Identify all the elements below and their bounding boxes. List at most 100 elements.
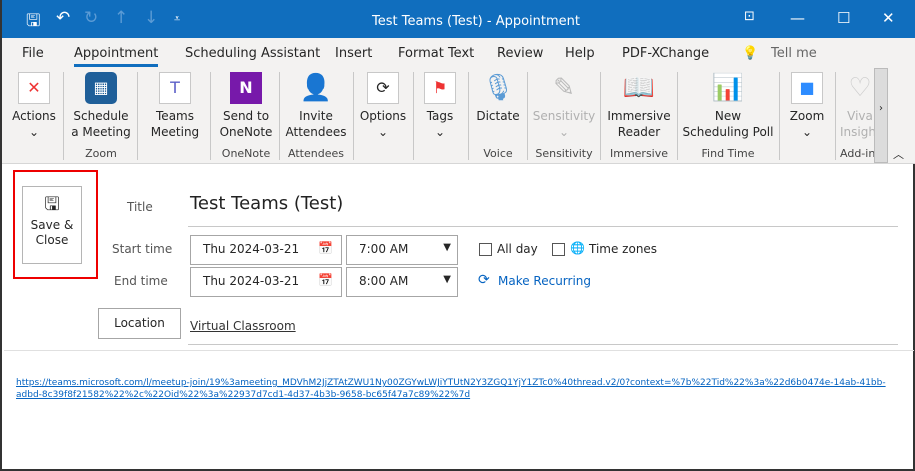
tags-button[interactable]: ⚑ Tags ⌄ <box>418 72 462 140</box>
divider <box>188 226 898 227</box>
start-time-label: Start time <box>112 242 173 256</box>
options-button[interactable]: ⟳ Options ⌄ <box>358 72 408 140</box>
calendar-icon[interactable]: 📅 <box>318 241 333 255</box>
appointment-window: 🖫 ↶ ↻ ↑ ↓ ⩡ Test Teams (Test) - Appointm… <box>0 0 915 471</box>
tab-format-text[interactable]: Format Text <box>398 46 474 61</box>
dictate-button[interactable]: 🎙 Dictate <box>472 72 524 124</box>
up-icon: ↑ <box>114 8 129 28</box>
teams-meeting-link[interactable]: https://teams.microsoft.com/l/meetup-joi… <box>16 377 886 401</box>
down-icon: ↓ <box>144 8 159 28</box>
tab-file[interactable]: File <box>22 46 44 61</box>
invite-label: Invite Attendees <box>285 109 347 139</box>
tab-appointment[interactable]: Appointment <box>74 46 159 67</box>
delete-x-icon: ✕ <box>18 72 50 104</box>
end-time-value: 8:00 AM <box>359 274 409 288</box>
immersive-reader-icon: 📖 <box>622 73 656 103</box>
sync-icon: ⟳ <box>367 72 399 104</box>
invite-attendees-button[interactable]: 👤 Invite Attendees <box>284 72 348 140</box>
save-close-label: Save & Close <box>30 218 74 247</box>
lightbulb-icon: 💡 <box>742 46 759 61</box>
customize-icon[interactable]: ⩡ <box>174 12 180 26</box>
tell-me-search[interactable]: Tell me <box>771 46 817 61</box>
end-time-label: End time <box>114 274 168 288</box>
end-date-picker[interactable]: Thu 2024-03-21 📅 <box>190 267 342 297</box>
calendar-icon: ▦ <box>85 72 117 104</box>
collapse-ribbon-icon[interactable]: ︿ <box>893 146 904 162</box>
undo-icon[interactable]: ↶ <box>56 8 70 28</box>
save-icon[interactable]: 🖫 <box>26 8 40 37</box>
all-day-label: All day <box>497 242 538 256</box>
divider <box>468 72 469 160</box>
divider <box>835 72 836 160</box>
dropdown-arrow-icon: ▼ <box>443 274 451 285</box>
divider <box>600 72 601 160</box>
close-icon[interactable]: ✕ <box>882 9 895 27</box>
options-label: Options <box>359 109 407 123</box>
sensitivity-label: Sensitivity <box>532 109 596 123</box>
immersive-label: Immersive Reader <box>607 109 671 139</box>
divider <box>188 344 898 345</box>
start-time-dropdown[interactable]: 7:00 AM ▼ <box>346 235 458 265</box>
divider <box>413 72 414 160</box>
zoom-label: Zoom <box>789 109 825 123</box>
divider <box>677 72 678 160</box>
teams-icon: T <box>159 72 191 104</box>
group-label-immersive: Immersive <box>609 147 669 160</box>
ribbon-scroll-right[interactable]: › <box>874 68 888 163</box>
ribbon-display-icon[interactable]: ⊡ <box>744 9 755 24</box>
group-label-sensitivity: Sensitivity <box>535 147 593 160</box>
group-label-voice: Voice <box>483 147 513 160</box>
divider <box>779 72 780 160</box>
end-time-dropdown[interactable]: 8:00 AM ▼ <box>346 267 458 297</box>
zoom-button[interactable]: ■ Zoom ⌄ <box>784 72 830 140</box>
onenote-label: Send to OneNote <box>219 109 273 139</box>
save-close-button[interactable]: 🖫 Save & Close <box>22 186 82 264</box>
divider <box>137 72 138 160</box>
tab-review[interactable]: Review <box>497 46 543 61</box>
location-input[interactable]: Virtual Classroom <box>190 319 296 333</box>
tab-pdf-xchange[interactable]: PDF-XChange <box>622 46 709 61</box>
zoom-camera-icon: ■ <box>791 72 823 104</box>
microphone-icon: 🎙 <box>481 73 515 103</box>
title-input[interactable]: Test Teams (Test) <box>190 193 343 214</box>
new-scheduling-poll-button[interactable]: 📊 New Scheduling Poll <box>682 72 774 140</box>
make-recurring-link[interactable]: Make Recurring <box>498 274 591 288</box>
tab-help[interactable]: Help <box>565 46 595 61</box>
divider <box>63 72 64 160</box>
save-close-icon: 🖫 <box>44 194 60 215</box>
location-button[interactable]: Location <box>98 308 181 339</box>
menu-bar: File Appointment Scheduling Assistant In… <box>2 38 915 68</box>
time-zones-checkbox[interactable] <box>552 243 565 256</box>
send-to-onenote-button[interactable]: N Send to OneNote <box>216 72 276 140</box>
title-bar: 🖫 ↶ ↻ ↑ ↓ ⩡ Test Teams (Test) - Appointm… <box>2 0 915 38</box>
all-day-checkbox[interactable] <box>479 243 492 256</box>
group-label-find-time: Find Time <box>701 147 755 160</box>
globe-icon: 🌐 <box>570 241 585 255</box>
divider <box>279 72 280 160</box>
tags-label: Tags <box>426 109 454 123</box>
group-label-attendees: Attendees <box>288 147 344 160</box>
start-date-picker[interactable]: Thu 2024-03-21 📅 <box>190 235 342 265</box>
window-title: Test Teams (Test) - Appointment <box>372 14 580 29</box>
title-label: Title <box>127 200 153 214</box>
start-time-value: 7:00 AM <box>359 242 409 256</box>
teams-meeting-button[interactable]: T Teams Meeting <box>144 72 206 140</box>
calendar-icon[interactable]: 📅 <box>318 273 333 287</box>
start-date-value: Thu 2024-03-21 <box>203 242 300 256</box>
viva-icon: ♡ <box>848 73 872 103</box>
minimize-icon[interactable]: — <box>790 9 805 27</box>
location-label: Location <box>114 316 165 330</box>
dictate-label: Dictate <box>476 109 520 123</box>
actions-button[interactable]: ✕ Actions ⌄ <box>12 72 56 140</box>
tab-scheduling-assistant[interactable]: Scheduling Assistant <box>185 46 320 61</box>
actions-label: Actions <box>12 109 56 123</box>
redo-icon: ↻ <box>84 8 99 28</box>
maximize-icon[interactable]: ☐ <box>837 9 850 27</box>
schedule-meeting-button[interactable]: ▦ Schedule a Meeting <box>70 72 132 140</box>
immersive-reader-button[interactable]: 📖 Immersive Reader <box>604 72 674 140</box>
divider <box>4 350 914 351</box>
group-label-onenote: OneNote <box>221 147 271 160</box>
ribbon: ✕ Actions ⌄ ▦ Schedule a Meeting Zoom T Team… <box>2 68 915 164</box>
schedule-label: Schedule a Meeting <box>71 109 131 139</box>
tab-insert[interactable]: Insert <box>335 46 372 61</box>
